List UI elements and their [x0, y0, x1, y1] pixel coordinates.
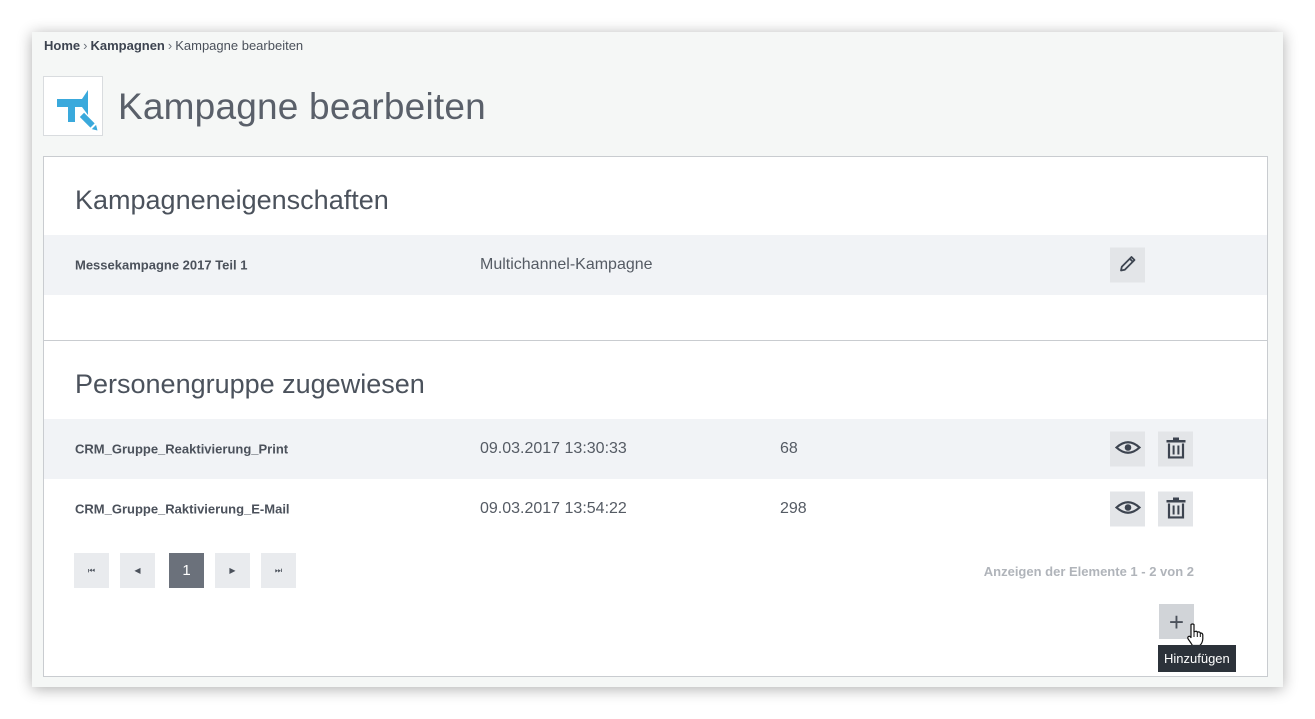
group-count: 68: [780, 440, 798, 457]
breadcrumb-separator: ›: [167, 38, 173, 53]
campaign-type: Multichannel-Kampagne: [480, 256, 653, 273]
content-panel: Kampagneneigenschaften Messekampagne 201…: [43, 156, 1268, 677]
breadcrumb-separator: ›: [83, 38, 88, 53]
pager-first-button[interactable]: ⏮: [74, 553, 109, 588]
view-button[interactable]: [1110, 491, 1145, 527]
delete-button[interactable]: [1158, 431, 1193, 467]
plus-icon: +: [1168, 606, 1185, 637]
group-count: 298: [780, 500, 807, 517]
breadcrumb-kampagnen-link[interactable]: Kampagnen: [90, 38, 164, 53]
properties-row: Messekampagne 2017 Teil 1 Multichannel-K…: [44, 235, 1267, 295]
properties-section-title: Kampagneneigenschaften: [75, 185, 389, 215]
section-divider: [44, 340, 1267, 341]
app-window: Home › Kampagnen › Kampagne bearbeiten Kampa…: [32, 32, 1283, 687]
pager-prev-button[interactable]: ◀: [120, 553, 155, 588]
breadcrumb-current: Kampagne bearbeiten: [175, 38, 304, 53]
page-title: Kampagne bearbeiten: [118, 86, 486, 127]
trash-icon: [1165, 437, 1187, 462]
breadcrumb-home-link[interactable]: Home: [44, 38, 80, 53]
pager-next-button[interactable]: ▶: [215, 553, 250, 588]
breadcrumb: Home › Kampagnen › Kampagne bearbeiten: [44, 38, 303, 53]
add-tooltip: Hinzufügen: [1158, 645, 1236, 672]
pencil-icon: [1118, 254, 1138, 277]
edit-button[interactable]: [1110, 247, 1145, 283]
group-name: CRM_Gruppe_Raktivierung_E-Mail: [75, 501, 290, 517]
megaphone-edit-icon: [43, 76, 103, 136]
campaign-name: Messekampagne 2017 Teil 1: [75, 257, 248, 273]
next-page-icon: ▶: [229, 566, 236, 575]
first-page-icon: ⏮: [87, 565, 96, 575]
eye-icon: [1114, 499, 1141, 520]
trash-icon: [1165, 497, 1187, 522]
eye-icon: [1114, 439, 1141, 460]
prev-page-icon: ◀: [134, 566, 141, 575]
last-page-icon: ⏭: [274, 565, 283, 575]
group-date: 09.03.2017 13:30:33: [480, 440, 627, 457]
view-button[interactable]: [1110, 431, 1145, 467]
table-row: CRM_Gruppe_Raktivierung_E-Mail 09.03.201…: [44, 479, 1267, 539]
group-date: 09.03.2017 13:54:22: [480, 500, 627, 517]
pager-info: Anzeigen der Elemente 1 - 2 von 2: [983, 564, 1194, 579]
group-name: CRM_Gruppe_Reaktivierung_Print: [75, 441, 289, 457]
delete-button[interactable]: [1158, 491, 1193, 527]
groups-section-title: Personengruppe zugewiesen: [75, 369, 425, 399]
pager-page-button[interactable]: 1: [169, 553, 204, 588]
pager-last-button[interactable]: ⏭: [261, 553, 296, 588]
table-row: CRM_Gruppe_Reaktivierung_Print 09.03.201…: [44, 419, 1267, 479]
